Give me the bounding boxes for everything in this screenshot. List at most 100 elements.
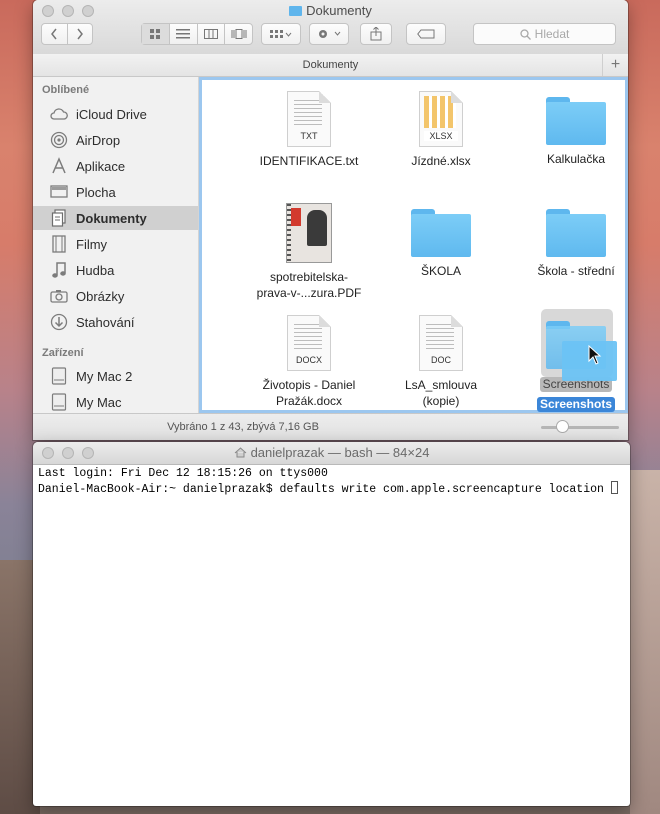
desktop-background-right [630, 470, 660, 814]
file-name: IDENTIFIKACE.txt [259, 154, 359, 168]
action-button[interactable] [309, 23, 349, 45]
hard-drive-icon [50, 367, 68, 385]
desktop-icon [50, 183, 68, 201]
sidebar-item-desktop[interactable]: Plocha [33, 180, 198, 204]
text-cursor [610, 481, 618, 494]
folder-icon [546, 97, 606, 145]
sidebar-device-my-mac[interactable]: My Mac [33, 390, 198, 414]
finder-window: Dokumenty Hledat Dokumenty + Oblíbené iC… [33, 0, 628, 440]
folder-icon [411, 209, 471, 257]
documents-icon [50, 209, 68, 227]
camera-icon [50, 287, 68, 305]
folder-icon [289, 6, 303, 16]
folder-item[interactable]: Škola - střední [511, 203, 628, 279]
search-icon [520, 28, 531, 40]
chevron-right-icon [77, 28, 83, 40]
status-text: Vybráno 1 z 43, zbývá 7,16 GB [167, 421, 319, 433]
folder-icon [546, 209, 606, 257]
file-name-line-1: spotrebitelska- [269, 270, 349, 284]
file-type-tag: XLSX [424, 131, 458, 141]
word-file-icon: DOCX [287, 315, 331, 371]
text-file-icon: TXT [287, 91, 331, 147]
spreadsheet-file-icon: XLSX [419, 91, 463, 147]
arrange-button[interactable] [261, 23, 301, 45]
terminal-line: Daniel-MacBook-Air:~ danielprazak$ defau… [38, 483, 611, 496]
file-name: LsA_smlouva (kopie) [376, 377, 506, 409]
download-icon [50, 313, 68, 331]
share-icon [370, 27, 382, 41]
finder-toolbar: Dokumenty Hledat [33, 0, 628, 55]
sidebar-item-label: Dokumenty [76, 210, 147, 226]
sidebar-item-airdrop[interactable]: AirDrop [33, 128, 198, 152]
gear-icon [319, 30, 341, 38]
back-forward-buttons [41, 23, 93, 45]
column-view-button[interactable] [198, 24, 226, 44]
sidebar-item-movies[interactable]: Filmy [33, 232, 198, 256]
terminal-line: Last login: Fri Dec 12 18:15:26 on ttys0… [38, 467, 328, 480]
coverflow-icon [231, 29, 247, 39]
home-icon [234, 447, 246, 458]
folder-item-selected[interactable]: Screenshots Screenshots [511, 315, 628, 413]
sidebar-item-icloud-drive[interactable]: iCloud Drive [33, 102, 198, 126]
hard-drive-icon [50, 393, 68, 411]
search-placeholder: Hledat [534, 27, 570, 41]
sidebar-item-label: AirDrop [76, 132, 121, 148]
sidebar-item-label: Hudba [76, 262, 115, 278]
file-item[interactable]: DOC LsA_smlouva (kopie) [376, 315, 506, 409]
status-bar: Vybráno 1 z 43, zbývá 7,16 GB [33, 413, 628, 440]
sidebar-header-favorites: Oblíbené [42, 84, 90, 96]
sidebar-device-my-mac-2[interactable]: My Mac 2 [33, 364, 198, 388]
file-name: spotrebitelska-prava-v-...zura.PDF [244, 269, 374, 301]
icon-view-button[interactable] [142, 24, 170, 44]
sidebar-item-pictures[interactable]: Obrázky [33, 284, 198, 308]
file-name: Škola - střední [537, 264, 615, 278]
columns-icon [203, 29, 218, 39]
list-view-button[interactable] [170, 24, 198, 44]
chevron-left-icon [51, 28, 57, 40]
file-type-tag: DOC [431, 355, 451, 365]
tag-icon [417, 29, 435, 39]
terminal-titlebar: danielprazak — bash — 84×24 [33, 442, 630, 465]
window-title-text: Dokumenty [306, 3, 372, 18]
folder-item[interactable]: Kalkulačka [511, 91, 628, 167]
new-tab-button[interactable]: + [602, 54, 628, 76]
selected-file-name: Screenshots [536, 397, 616, 412]
folder-item[interactable]: ŠKOLA [376, 203, 506, 279]
file-name-line-2: Pražák.docx [275, 394, 343, 408]
file-item[interactable]: spotrebitelska-prava-v-...zura.PDF [244, 203, 374, 301]
icon-size-slider-knob[interactable] [556, 420, 570, 433]
sidebar-item-music[interactable]: Hudba [33, 258, 198, 282]
sidebar-item-label: Plocha [76, 184, 116, 200]
applications-icon [50, 157, 68, 175]
cloud-icon [50, 105, 68, 123]
pdf-file-icon [286, 203, 332, 263]
file-item[interactable]: XLSX Jízdné.xlsx [376, 91, 506, 169]
coverflow-view-button[interactable] [225, 24, 252, 44]
tab-bar: Dokumenty + [33, 54, 628, 77]
sidebar-item-label: iCloud Drive [76, 106, 147, 122]
file-type-tag: DOCX [295, 355, 322, 365]
tab-dokumenty[interactable]: Dokumenty [303, 59, 359, 71]
back-button[interactable] [42, 24, 68, 44]
list-icon [176, 29, 191, 39]
file-name-line-2: (kopie) [422, 394, 460, 408]
terminal-window: danielprazak — bash — 84×24 Last login: … [33, 442, 630, 806]
sidebar-item-documents[interactable]: Dokumenty [33, 206, 198, 230]
file-item[interactable]: TXT IDENTIFIKACE.txt [244, 91, 374, 169]
music-note-icon [50, 261, 68, 279]
sidebar-item-label: Filmy [76, 236, 108, 252]
icon-size-slider[interactable] [541, 426, 619, 429]
file-name: Jízdné.xlsx [411, 154, 471, 168]
share-button[interactable] [360, 23, 392, 45]
file-name: ŠKOLA [420, 264, 462, 278]
forward-button[interactable] [68, 24, 93, 44]
file-item[interactable]: DOCX Životopis - Daniel Pražák.docx [244, 315, 374, 409]
sidebar-item-downloads[interactable]: Stahování [33, 310, 198, 334]
search-field[interactable]: Hledat [473, 23, 616, 45]
tags-button[interactable] [406, 23, 446, 45]
folder-icon [546, 321, 617, 381]
sidebar-item-applications[interactable]: Aplikace [33, 154, 198, 178]
terminal-title: danielprazak — bash — 84×24 [33, 445, 630, 460]
terminal-content[interactable]: Last login: Fri Dec 12 18:15:26 on ttys0… [38, 467, 618, 497]
file-name-line-2: prava-v-...zura.PDF [256, 286, 362, 300]
